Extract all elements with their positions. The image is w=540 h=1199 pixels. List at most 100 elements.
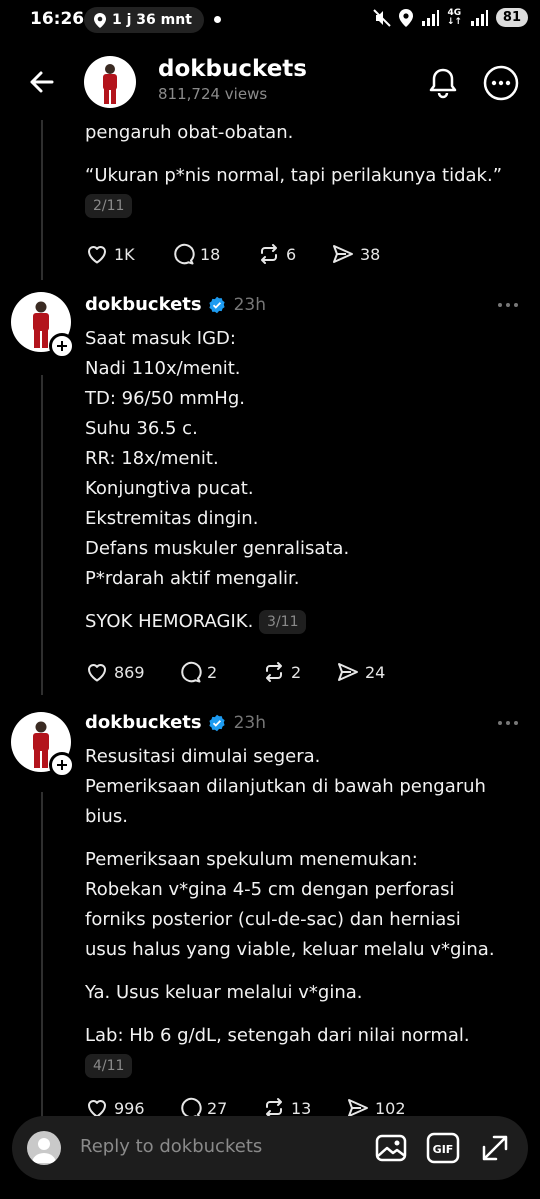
like-count: 996 <box>114 1098 145 1118</box>
signal-icon-2 <box>470 9 488 26</box>
header-username[interactable]: dokbuckets <box>158 56 307 82</box>
send-icon <box>333 245 353 263</box>
post-3-line: Nadi 110x/menit. <box>85 358 241 379</box>
post-username[interactable]: dokbuckets <box>85 294 202 315</box>
post-4-body: Resusitasi dimulai segera. Pemeriksaan d… <box>85 742 525 1081</box>
header-avatar[interactable] <box>84 56 136 108</box>
post-4-line: Lab: Hb 6 g/dL, setengah dari nilai norm… <box>85 1025 470 1046</box>
thread-counter: 2/11 <box>85 194 133 218</box>
comment-icon <box>174 243 195 265</box>
post-4-line: Pemeriksaan spekulum menemukan: <box>85 849 418 870</box>
share-button[interactable]: 38 <box>331 242 380 266</box>
svg-text:GIF: GIF <box>433 1143 454 1156</box>
post-4-line: Resusitasi dimulai segera. <box>85 746 321 767</box>
share-button[interactable]: 24 <box>336 660 385 684</box>
like-button[interactable]: 869 <box>85 660 178 684</box>
comment-button[interactable]: 18 <box>171 242 257 266</box>
verified-badge-icon <box>209 714 225 731</box>
post-time: 23h <box>233 712 267 733</box>
post-3-line: Saat masuk IGD: <box>85 328 236 349</box>
reply-input[interactable]: Reply to dokbuckets <box>80 1136 262 1157</box>
signal-icon <box>421 9 439 26</box>
post-2-body: pengaruh obat-obatan. “Ukuran p*nis norm… <box>85 118 525 221</box>
verified-badge-icon <box>209 296 225 313</box>
thread-line <box>41 375 43 695</box>
gif-icon[interactable]: GIF <box>426 1131 460 1165</box>
share-count: 38 <box>360 244 381 264</box>
send-icon <box>338 663 358 681</box>
profile-header: dokbuckets 811,724 views <box>0 44 540 120</box>
expand-icon[interactable] <box>478 1131 512 1165</box>
post-4-line: bius. <box>85 806 128 827</box>
comment-count: 18 <box>200 244 221 264</box>
post-4-line: forniks posterior (cul-de-sac) dan herni… <box>85 909 461 930</box>
more-dots-icon[interactable] <box>496 300 520 310</box>
thread-counter: 3/11 <box>259 610 307 634</box>
thread-line <box>41 792 43 1122</box>
post-3-line: P*rdarah aktif mengalir. <box>85 568 300 589</box>
post-username[interactable]: dokbuckets <box>85 712 202 733</box>
comment-count: 2 <box>207 662 218 682</box>
location-icon <box>398 8 413 27</box>
repost-icon <box>266 662 282 682</box>
post-3-final-line: SYOK HEMORAGIK. <box>85 611 254 632</box>
post-time: 23h <box>233 294 267 315</box>
post-3-actions: 869 2 2 24 <box>85 660 385 684</box>
more-dots-icon[interactable] <box>496 718 520 728</box>
header-views: 811,724 views <box>158 85 268 103</box>
post-4-line: Ya. Usus keluar melalui v*gina. <box>85 982 363 1003</box>
post-3-line: Defans muskuler genralisata. <box>85 538 350 559</box>
post-3-body: Saat masuk IGD: Nadi 110x/menit. TD: 96/… <box>85 324 525 637</box>
heart-icon <box>87 664 107 682</box>
thread-line <box>41 120 43 280</box>
like-count: 869 <box>114 662 145 682</box>
follow-plus-button[interactable] <box>49 752 75 778</box>
repost-button[interactable]: 6 <box>257 242 331 266</box>
post-3-line: Suhu 36.5 c. <box>85 418 198 439</box>
thread-counter: 4/11 <box>85 1054 133 1078</box>
post-3-header: dokbuckets 23h <box>85 294 266 315</box>
comment-button[interactable]: 2 <box>178 660 262 684</box>
follow-plus-button[interactable] <box>49 333 75 359</box>
image-icon[interactable] <box>374 1131 408 1165</box>
notification-dot <box>214 16 221 23</box>
status-time: 16:26 <box>30 9 85 29</box>
reply-avatar <box>27 1131 61 1165</box>
bell-icon[interactable] <box>424 64 462 102</box>
pill-text: 1 j 36 mnt <box>112 12 192 28</box>
post-4-header: dokbuckets 23h <box>85 712 266 733</box>
comment-icon <box>181 661 202 683</box>
active-timer-pill[interactable]: 1 j 36 mnt <box>84 7 204 33</box>
repost-count: 2 <box>291 662 302 682</box>
share-count: 102 <box>375 1098 406 1118</box>
repost-count: 6 <box>286 244 297 264</box>
more-circle-icon[interactable] <box>482 64 520 102</box>
like-button[interactable]: 1K <box>85 242 171 266</box>
status-bar: 16:26 1 j 36 mnt 4G ↓↑ 81 <box>0 0 540 40</box>
repost-icon <box>261 244 277 264</box>
share-count: 24 <box>365 662 386 682</box>
post-3-line: Ekstremitas dingin. <box>85 508 259 529</box>
arrow-left-icon[interactable] <box>22 62 62 102</box>
location-pin-icon <box>94 12 106 28</box>
post-3-line: Konjungtiva pucat. <box>85 478 254 499</box>
plus-icon <box>57 760 67 770</box>
post-2-actions: 1K 18 6 38 <box>85 242 380 266</box>
plus-icon <box>57 341 67 351</box>
post-2-line: pengaruh obat-obatan. <box>85 122 294 143</box>
repost-button[interactable]: 2 <box>262 660 336 684</box>
post-3-line: TD: 96/50 mmHg. <box>85 388 245 409</box>
post-4-line: Pemeriksaan dilanjutkan di bawah pengaru… <box>85 776 486 797</box>
post-4-line: Robekan v*gina 4-5 cm dengan perforasi <box>85 879 455 900</box>
battery-level: 81 <box>495 8 528 27</box>
repost-count: 13 <box>291 1098 312 1118</box>
post-2-line: “Ukuran p*nis normal, tapi perilakunya t… <box>85 165 503 186</box>
network-type: 4G ↓↑ <box>446 7 462 27</box>
comment-count: 27 <box>207 1098 228 1118</box>
heart-icon <box>87 246 107 264</box>
like-count: 1K <box>114 244 135 264</box>
post-4-line: usus halus yang viable, keluar melalu v*… <box>85 939 495 960</box>
reply-bar: Reply to dokbuckets GIF <box>12 1116 528 1180</box>
post-3-line: RR: 18x/menit. <box>85 448 219 469</box>
mute-icon <box>373 8 391 27</box>
